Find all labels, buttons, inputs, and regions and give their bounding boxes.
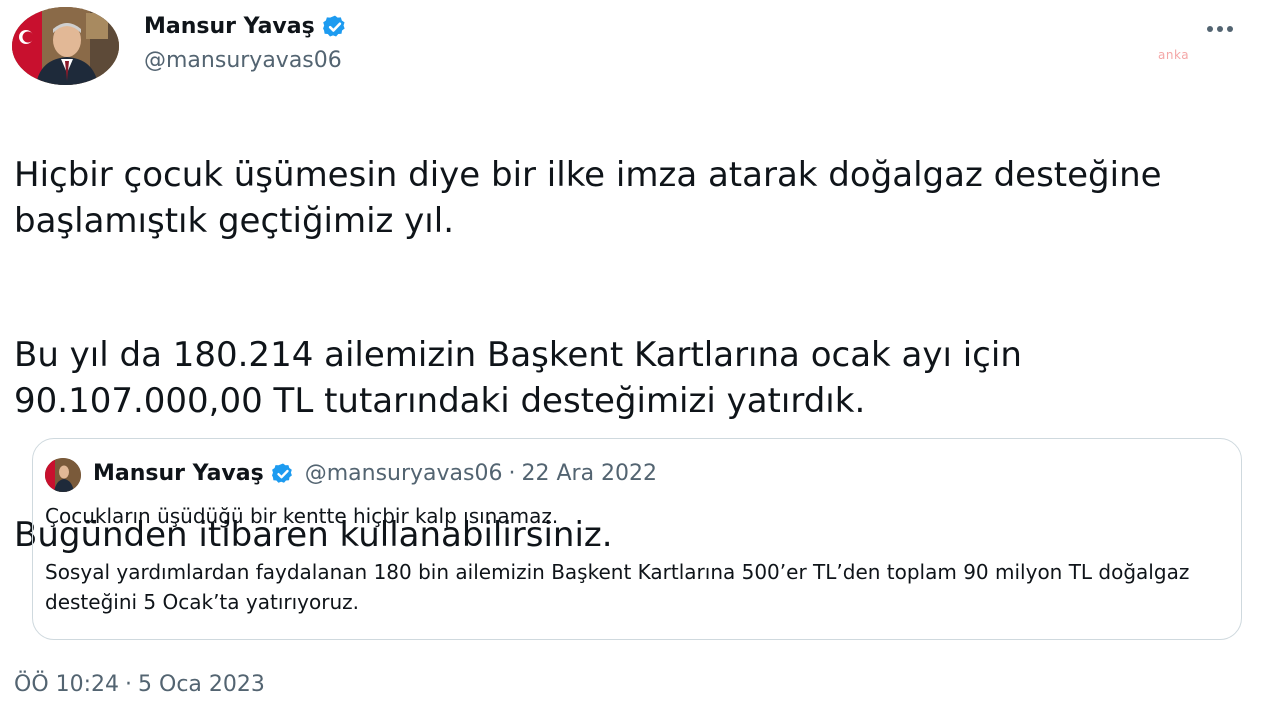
quoted-author-avatar[interactable] — [45, 458, 81, 492]
author-avatar[interactable] — [12, 7, 119, 85]
separator-dot: · — [508, 461, 516, 486]
quoted-tweet-text: Çocukların üşüdüğü bir kentte hiçbir kal… — [45, 501, 1225, 617]
profile-photo — [12, 7, 119, 85]
watermark-logo: anka — [1158, 48, 1190, 62]
separator-dot: · — [125, 672, 133, 697]
author-name[interactable]: Mansur Yavaş — [144, 12, 315, 42]
more-dots-icon — [1207, 26, 1233, 32]
tweet-timestamp[interactable]: ÖÖ 10:24 · 5 Oca 2023 — [14, 670, 265, 700]
verified-badge-icon — [322, 14, 348, 40]
quoted-tweet-header: Mansur Yavaş @mansuryavas06 · 22 Ara 202… — [93, 459, 657, 489]
quoted-tweet-date[interactable]: 22 Ara 2022 — [521, 459, 657, 489]
more-options-button[interactable] — [1200, 14, 1240, 44]
verified-badge-icon — [271, 462, 295, 486]
tweet-time[interactable]: ÖÖ 10:24 — [14, 672, 119, 697]
quoted-tweet-card[interactable]: Mansur Yavaş @mansuryavas06 · 22 Ara 202… — [32, 438, 1242, 640]
quoted-tweet-paragraph: Sosyal yardımlardan faydalanan 180 bin a… — [45, 560, 1190, 614]
tweet-paragraph: Bu yıl da 180.214 ailemizin Başkent Kart… — [14, 335, 1022, 421]
tweet-paragraph: Hiçbir çocuk üşümesin diye bir ilke imza… — [14, 155, 1162, 241]
author-handle[interactable]: @mansuryavas06 — [144, 46, 342, 76]
tweet-date[interactable]: 5 Oca 2023 — [138, 672, 265, 697]
author-name-row[interactable]: Mansur Yavaş — [144, 12, 348, 42]
profile-photo — [45, 458, 81, 492]
quoted-tweet-paragraph: Çocukların üşüdüğü bir kentte hiçbir kal… — [45, 504, 559, 528]
quoted-author-handle[interactable]: @mansuryavas06 — [305, 459, 503, 489]
quoted-author-name[interactable]: Mansur Yavaş — [93, 459, 264, 489]
